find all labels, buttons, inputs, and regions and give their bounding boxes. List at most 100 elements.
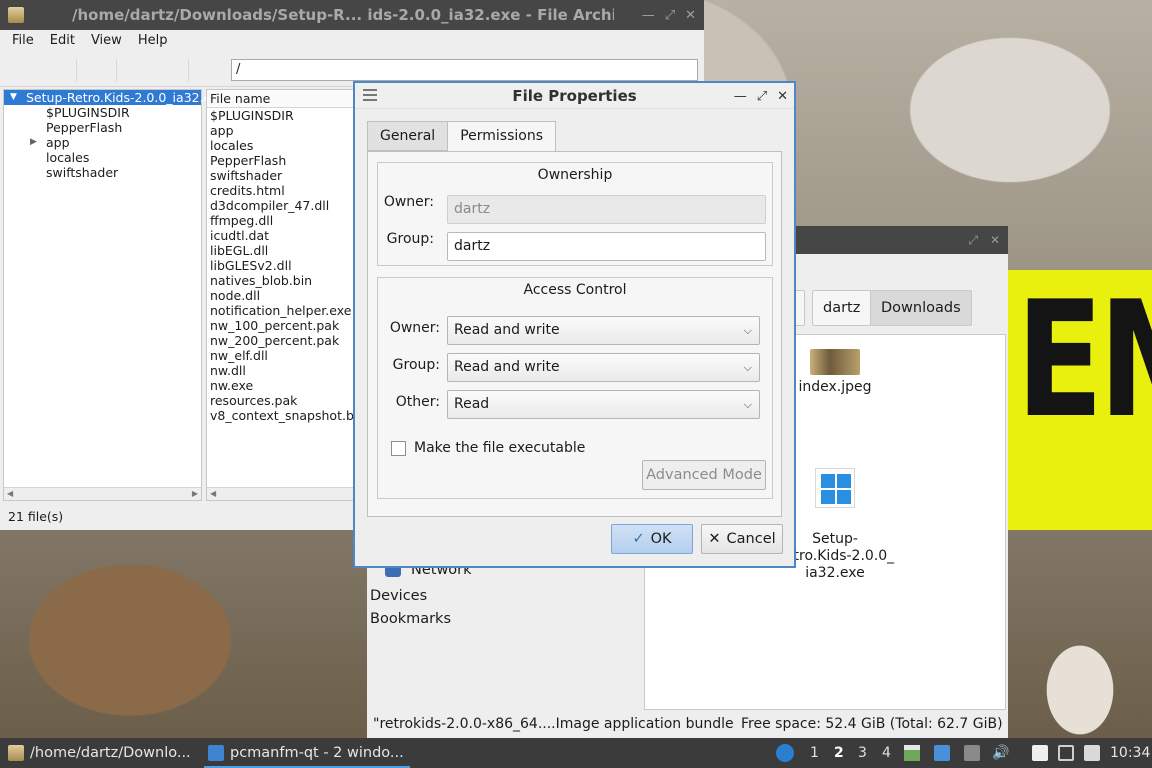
minimize-icon[interactable]: —: [642, 8, 655, 23]
file-list-row[interactable]: app: [207, 123, 355, 138]
group-label: Group:: [386, 231, 434, 247]
file-list-row[interactable]: PepperFlash: [207, 153, 355, 168]
minimize-icon[interactable]: —: [734, 89, 747, 104]
close-icon[interactable]: ✕: [990, 233, 1000, 247]
lxqt-menu-icon[interactable]: [776, 744, 794, 762]
file-manager-icon[interactable]: [934, 745, 950, 761]
tab-permissions[interactable]: Permissions: [447, 121, 556, 152]
file-list[interactable]: File name $PLUGINSDIR app locales PepperFla…: [206, 89, 356, 501]
maximize-icon[interactable]: ⤢: [757, 89, 767, 104]
folder-icon: [208, 745, 224, 761]
file-list-row[interactable]: libGLESv2.dll: [207, 258, 355, 273]
file-list-row[interactable]: $PLUGINSDIR: [207, 108, 355, 123]
file-list-row[interactable]: nw_elf.dll: [207, 348, 355, 363]
task-pcmanfm[interactable]: pcmanfm-qt - 2 windo...: [204, 738, 410, 768]
eject-icon[interactable]: [964, 745, 980, 761]
file-list-row[interactable]: swiftshader: [207, 168, 355, 183]
file-list-horizontal-scrollbar[interactable]: ◀: [207, 487, 355, 500]
task-archiver[interactable]: /home/dartz/Downlo...: [8, 738, 191, 768]
file-list-row[interactable]: nw.dll: [207, 363, 355, 378]
tree-item-pepperflash[interactable]: PepperFlash: [4, 120, 201, 135]
ok-button[interactable]: ✓ OK: [611, 524, 693, 554]
wallpaper-text: EM: [1016, 270, 1152, 453]
close-icon[interactable]: ✕: [777, 89, 788, 104]
menubar: File Edit View Help: [0, 30, 704, 51]
file-list-row[interactable]: libEGL.dll: [207, 243, 355, 258]
chevron-down-icon: ⌵: [743, 324, 752, 337]
scroll-left-icon[interactable]: ◀: [210, 489, 216, 498]
menu-view[interactable]: View: [91, 33, 122, 48]
taskbar: /home/dartz/Downlo... pcmanfm-qt - 2 win…: [0, 738, 1152, 768]
file-list-row[interactable]: resources.pak: [207, 393, 355, 408]
clock[interactable]: 10:34: [1110, 738, 1150, 768]
network-status-icon[interactable]: [1058, 745, 1074, 761]
sidebar-item-devices[interactable]: Devices: [370, 588, 427, 604]
desktop-4[interactable]: 4: [882, 738, 891, 768]
check-icon: ✓: [632, 531, 645, 547]
file-item-index-jpeg[interactable]: index.jpeg: [785, 349, 885, 395]
folder-tree[interactable]: ▼ Setup-Retro.Kids-2.0.0_ia32.exe $PLUGI…: [3, 89, 226, 501]
expand-right-icon[interactable]: ▶: [30, 135, 37, 150]
expand-down-icon[interactable]: ▼: [10, 90, 17, 105]
file-list-row[interactable]: credits.html: [207, 183, 355, 198]
tree-item-root[interactable]: ▼ Setup-Retro.Kids-2.0.0_ia32.exe: [4, 90, 226, 105]
file-list-row[interactable]: ffmpeg.dll: [207, 213, 355, 228]
owner-field: dartz: [447, 195, 766, 224]
file-list-row[interactable]: d3dcompiler_47.dll: [207, 198, 355, 213]
menu-edit[interactable]: Edit: [50, 33, 75, 48]
tab-general[interactable]: General: [367, 121, 449, 151]
breadcrumb-downloads[interactable]: Downloads: [870, 290, 972, 326]
windows-logo-icon: [815, 468, 855, 508]
volume-icon[interactable]: 🔊: [992, 745, 1009, 761]
menu-file[interactable]: File: [12, 33, 34, 48]
file-list-row[interactable]: node.dll: [207, 288, 355, 303]
file-list-row[interactable]: nw_200_percent.pak: [207, 333, 355, 348]
dialog-tabs: General Permissions: [367, 121, 556, 152]
scroll-right-icon[interactable]: ▶: [192, 489, 198, 498]
tree-item-swiftshader[interactable]: swiftshader: [4, 165, 201, 180]
file-list-row[interactable]: v8_context_snapshot.bin: [207, 408, 355, 423]
tree-item-app[interactable]: ▶ app: [4, 135, 201, 150]
tree-item-locales[interactable]: locales: [4, 150, 201, 165]
desktop-2[interactable]: 2: [834, 738, 844, 768]
checkbox-box[interactable]: [391, 440, 406, 456]
maximize-icon[interactable]: ⤢: [968, 233, 978, 248]
permissions-pane: Ownership Owner: dartz Group: dartz Acce…: [367, 151, 782, 517]
clipboard-icon[interactable]: [1032, 745, 1048, 761]
notification-icon[interactable]: [1084, 745, 1100, 761]
file-properties-dialog: File Properties — ⤢ ✕ General Permission…: [353, 81, 796, 568]
group-field[interactable]: dartz: [447, 232, 766, 261]
chevron-down-icon: ⌵: [743, 361, 752, 374]
file-list-row[interactable]: nw_100_percent.pak: [207, 318, 355, 333]
column-header-file-name[interactable]: File name: [207, 90, 355, 108]
show-desktop-icon[interactable]: [904, 745, 920, 761]
breadcrumb-dartz[interactable]: dartz: [812, 290, 872, 326]
executable-checkbox[interactable]: Make the file executable: [391, 440, 585, 456]
access-group-label: Group:: [392, 357, 440, 373]
sidebar-item-bookmarks[interactable]: Bookmarks: [370, 611, 451, 627]
file-list-row[interactable]: locales: [207, 138, 355, 153]
desktop-3[interactable]: 3: [858, 738, 867, 768]
menu-help[interactable]: Help: [138, 33, 168, 48]
file-list-row[interactable]: icudtl.dat: [207, 228, 355, 243]
scroll-left-icon[interactable]: ◀: [7, 489, 13, 498]
other-permission-select[interactable]: Read ⌵: [447, 390, 760, 419]
archive-app-icon: [8, 7, 24, 23]
desktop-1[interactable]: 1: [810, 738, 819, 768]
advanced-mode-button[interactable]: Advanced Mode: [642, 460, 766, 490]
close-icon[interactable]: ✕: [685, 8, 696, 23]
tree-horizontal-scrollbar[interactable]: ◀ ▶: [4, 487, 201, 500]
path-input[interactable]: /: [231, 59, 698, 81]
group-permission-select[interactable]: Read and write ⌵: [447, 353, 760, 382]
access-other-label: Other:: [395, 394, 440, 410]
tree-item-pluginsdir[interactable]: $PLUGINSDIR: [4, 105, 201, 120]
maximize-icon[interactable]: ⤢: [665, 8, 675, 23]
cancel-button[interactable]: ✕ Cancel: [701, 524, 783, 554]
dialog-titlebar[interactable]: File Properties — ⤢ ✕: [355, 83, 794, 109]
file-list-row[interactable]: nw.exe: [207, 378, 355, 393]
access-control-title: Access Control: [523, 282, 627, 298]
owner-permission-select[interactable]: Read and write ⌵: [447, 316, 760, 345]
file-list-row[interactable]: notification_helper.exe: [207, 303, 355, 318]
archiver-titlebar[interactable]: /home/dartz/Downloads/Setup-R... ids-2.0…: [0, 0, 704, 30]
file-list-row[interactable]: natives_blob.bin: [207, 273, 355, 288]
